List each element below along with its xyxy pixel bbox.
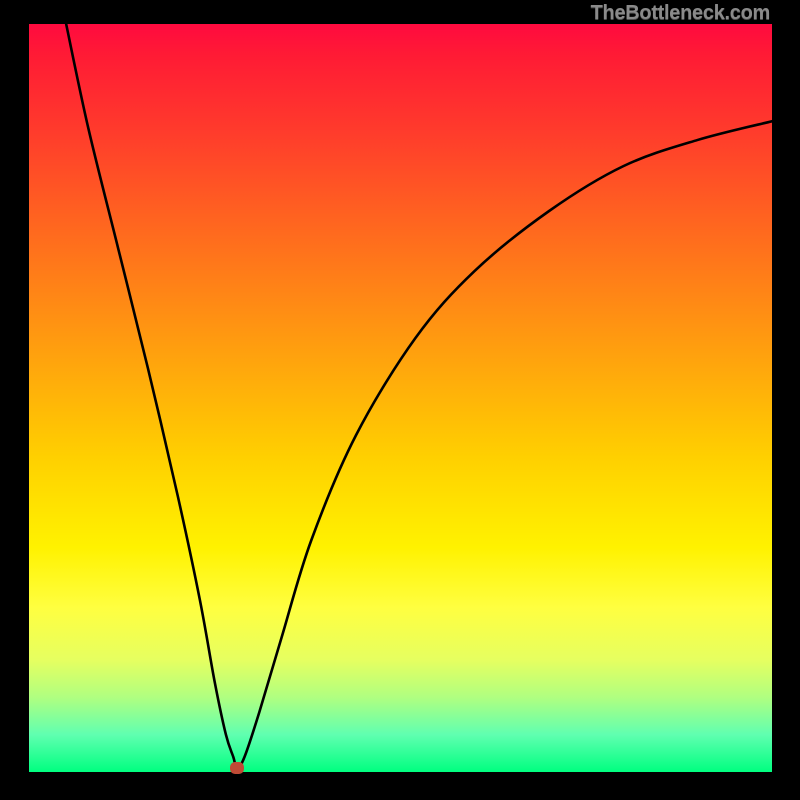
chart-frame: TheBottleneck.com bbox=[0, 0, 800, 800]
watermark-text: TheBottleneck.com bbox=[591, 2, 770, 25]
optimum-marker bbox=[230, 762, 244, 774]
bottleneck-curve bbox=[66, 24, 772, 768]
plot-area bbox=[29, 24, 772, 772]
curve-svg bbox=[29, 24, 772, 772]
